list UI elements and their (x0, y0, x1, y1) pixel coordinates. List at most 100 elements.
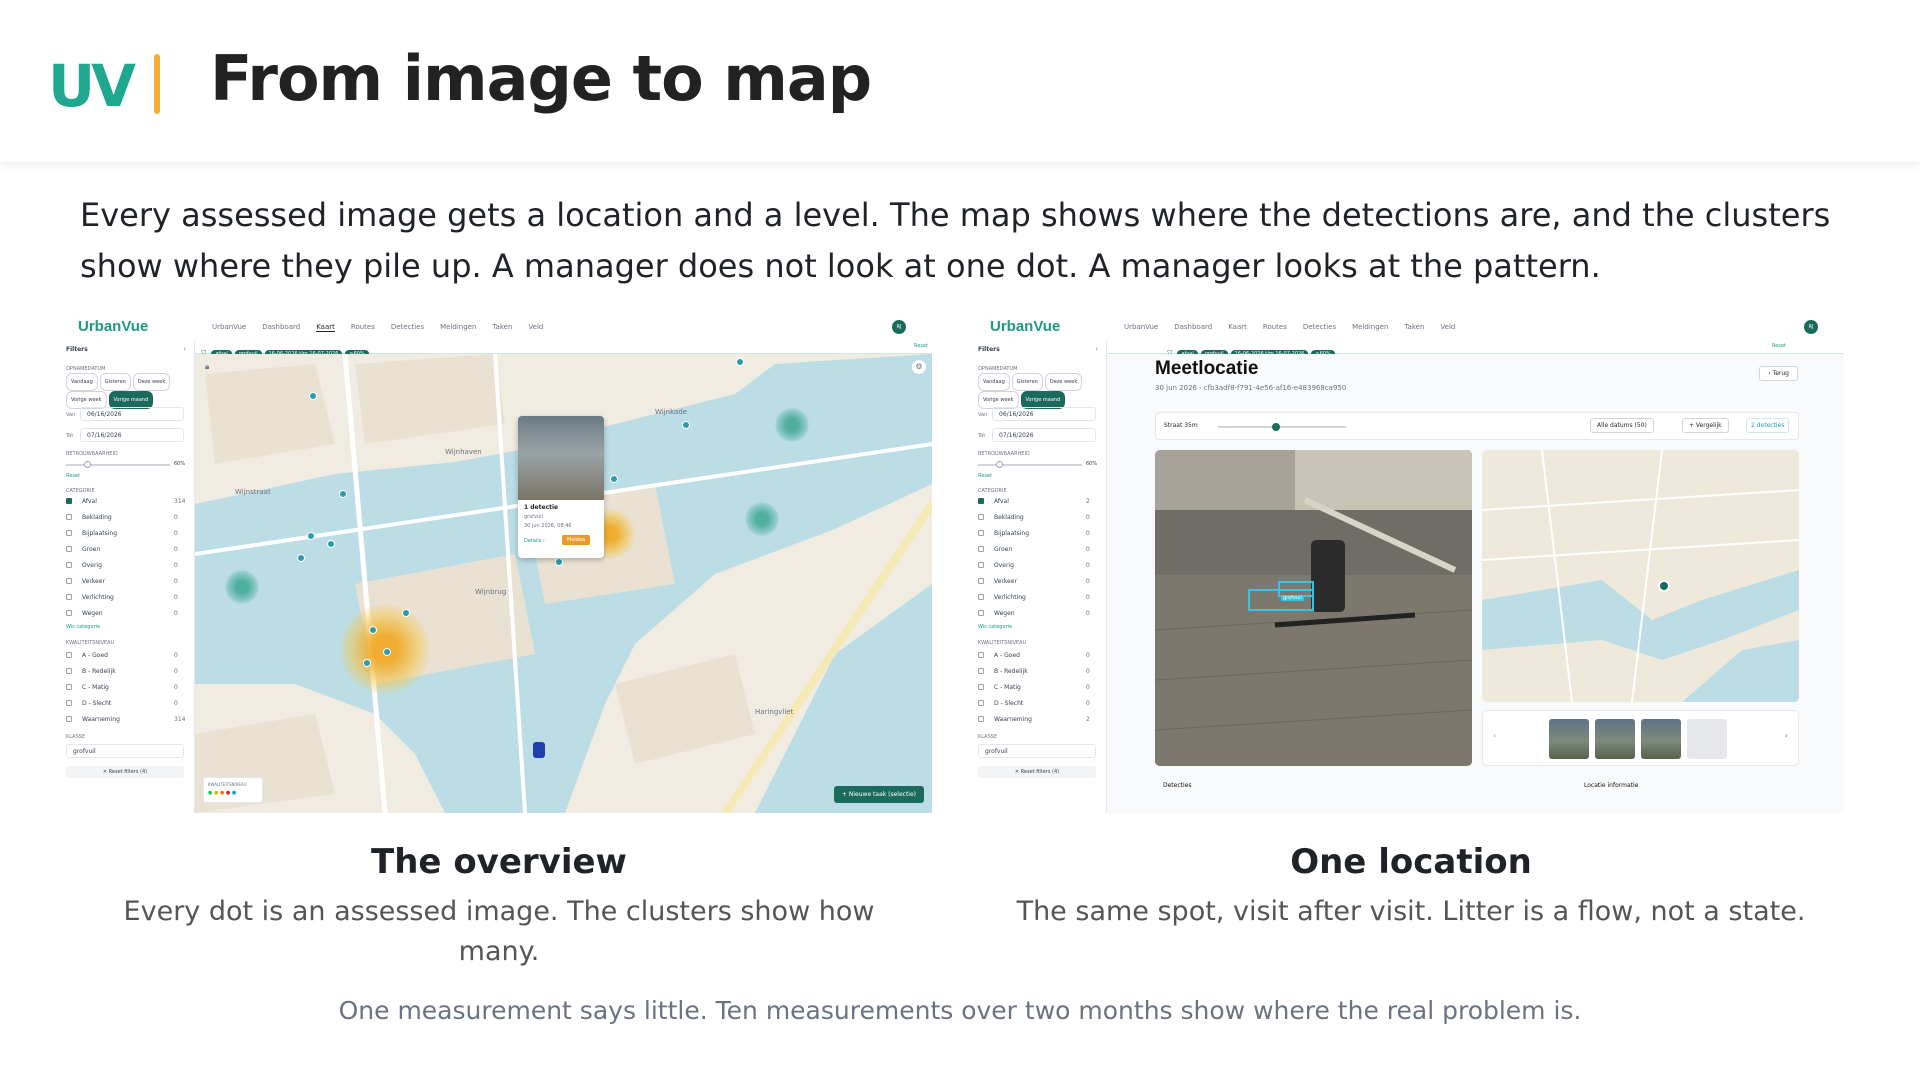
clear-category-link[interactable]: Wis categorie (978, 624, 1012, 630)
popup-image[interactable] (518, 416, 604, 500)
detection-dot[interactable] (736, 358, 744, 366)
checkbox[interactable] (66, 498, 72, 504)
date-chip[interactable]: Deze week (132, 373, 171, 391)
category-item[interactable]: Bijplaatsing 0 (66, 530, 178, 537)
date-select[interactable]: Alle datums (50) (1590, 418, 1654, 433)
category-item[interactable]: Verlichting 0 (66, 594, 178, 601)
category-item[interactable]: Verlichting 0 (978, 594, 1090, 601)
nav-item[interactable]: Dashboard (262, 323, 300, 332)
reliability-slider[interactable] (66, 464, 170, 466)
category-item[interactable]: Groen 0 (978, 546, 1090, 553)
checkbox[interactable] (978, 514, 984, 520)
detection-popup[interactable]: 1 detectie grofvuil 30 jun 2026, 08:46 D… (518, 416, 604, 558)
nav-item[interactable]: Kaart (1228, 323, 1247, 331)
popup-details-link[interactable]: Details › (524, 538, 545, 544)
category-item[interactable]: Wegen 0 (978, 610, 1090, 617)
checkbox[interactable] (66, 530, 72, 536)
category-item[interactable]: Groen 0 (66, 546, 178, 553)
quality-item[interactable]: D - Slecht 0 (978, 700, 1090, 707)
location-minimap[interactable] (1482, 450, 1799, 702)
date-from-field[interactable]: 06/16/2026 (992, 407, 1096, 421)
reliability-slider[interactable] (978, 464, 1082, 466)
quality-item[interactable]: Waarneming 2 (978, 716, 1090, 723)
nav-item[interactable]: Meldingen (1352, 323, 1388, 331)
category-item[interactable]: Beklading 0 (978, 514, 1090, 521)
date-chip[interactable]: Gisteren (99, 373, 131, 391)
quality-item[interactable]: A - Goed 0 (978, 652, 1090, 659)
detection-dot[interactable] (610, 475, 618, 483)
avatar[interactable]: RJ (1804, 320, 1818, 334)
category-item[interactable]: Bijplaatsing 0 (978, 530, 1090, 537)
checkbox[interactable] (66, 562, 72, 568)
checkbox[interactable] (978, 546, 984, 552)
reset-link[interactable]: Reset (914, 343, 928, 349)
checkbox[interactable] (978, 594, 984, 600)
nav-item[interactable]: Meldingen (440, 323, 476, 332)
category-item[interactable]: Verkeer 0 (66, 578, 178, 585)
new-task-button[interactable]: + Nieuwe taak (selectie) (833, 786, 924, 803)
chevron-left-icon[interactable]: ‹ (1493, 731, 1496, 740)
clear-category-link[interactable]: Wis categorie (66, 624, 100, 630)
chevron-right-icon[interactable]: › (1785, 731, 1788, 740)
chevron-left-icon[interactable]: ‹ (1095, 345, 1098, 353)
street-photo[interactable]: grofvuil (1155, 450, 1472, 766)
checkbox[interactable] (978, 684, 984, 690)
date-to-field[interactable]: 07/16/2026 (80, 428, 184, 442)
nav-item[interactable]: UrbanVue (1124, 323, 1158, 331)
lock-icon[interactable]: 🔒︎ (205, 362, 209, 372)
quality-item[interactable]: C - Matig 0 (978, 684, 1090, 691)
nav-item[interactable]: Routes (1263, 323, 1287, 331)
overview-map[interactable]: Wijnstraat Wijnhaven Wijnbrug Wijnkade H… (195, 354, 932, 813)
detection-dot[interactable] (309, 392, 317, 400)
checkbox[interactable] (978, 498, 984, 504)
popup-action-button[interactable]: Meldea (562, 535, 591, 545)
quality-item[interactable]: A - Goed 0 (66, 652, 178, 659)
detection-dot[interactable] (339, 490, 347, 498)
checkbox[interactable] (66, 700, 72, 706)
nav-item[interactable]: Veld (1440, 323, 1455, 331)
checkbox[interactable] (66, 684, 72, 690)
category-item[interactable]: Verkeer 0 (978, 578, 1090, 585)
chevron-left-icon[interactable]: ‹ (183, 345, 186, 353)
category-item[interactable]: Overig 0 (978, 562, 1090, 569)
reliability-slider-thumb[interactable] (84, 461, 91, 468)
nav-item[interactable]: UrbanVue (212, 323, 246, 332)
checkbox[interactable] (978, 652, 984, 658)
date-to-field[interactable]: 07/16/2026 (992, 428, 1096, 442)
compare-button[interactable]: + Vergelijk (1682, 418, 1729, 433)
timeline-slider-thumb[interactable] (1272, 423, 1280, 431)
quality-item[interactable]: Waarneming 314 (66, 716, 185, 723)
detection-dot[interactable] (682, 421, 690, 429)
checkbox[interactable] (978, 562, 984, 568)
avatar[interactable]: RJ (892, 320, 906, 334)
nav-item[interactable]: Routes (351, 323, 375, 332)
quality-item[interactable]: C - Matig 0 (66, 684, 178, 691)
detection-dot[interactable] (327, 540, 335, 548)
checkbox[interactable] (978, 530, 984, 536)
quality-item[interactable]: B - Redelijk 0 (978, 668, 1090, 675)
checkbox[interactable] (66, 716, 72, 722)
detection-dot[interactable] (297, 554, 305, 562)
visit-thumbnail[interactable] (1595, 719, 1635, 759)
gear-icon[interactable]: ⚙ (912, 360, 926, 374)
date-chip[interactable]: Vandaag (978, 373, 1010, 391)
reliability-slider-thumb[interactable] (996, 461, 1003, 468)
checkbox[interactable] (66, 668, 72, 674)
checkbox[interactable] (66, 546, 72, 552)
checkbox[interactable] (978, 716, 984, 722)
nav-item[interactable]: Detecties (391, 323, 424, 332)
visit-thumbnail[interactable] (1549, 719, 1589, 759)
nav-item[interactable]: Veld (528, 323, 543, 332)
detections-badge[interactable]: 2 detecties (1746, 418, 1790, 433)
app-brand[interactable]: UrbanVue (78, 318, 148, 335)
checkbox[interactable] (66, 514, 72, 520)
detection-dot[interactable] (402, 609, 410, 617)
detection-cluster[interactable] (775, 408, 809, 442)
detection-dot[interactable] (363, 659, 371, 667)
visit-thumbnail-placeholder[interactable] (1687, 719, 1727, 759)
class-select[interactable]: grofvuil (978, 744, 1096, 758)
reliability-reset-link[interactable]: Reset (66, 473, 80, 479)
visit-thumbnail[interactable] (1641, 719, 1681, 759)
quality-item[interactable]: B - Redelijk 0 (66, 668, 178, 675)
checkbox[interactable] (66, 594, 72, 600)
